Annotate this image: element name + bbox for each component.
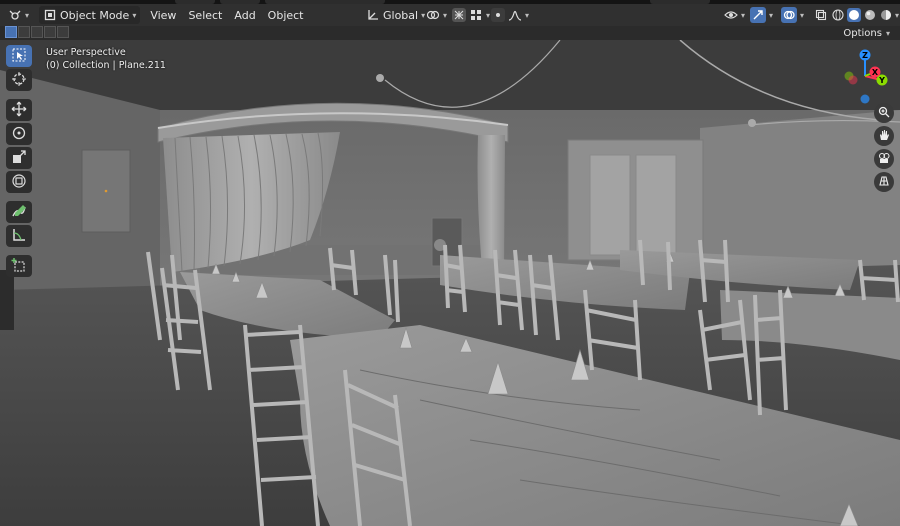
scale-icon [11,149,27,168]
solid-shading-icon[interactable] [847,8,861,22]
material-shading-icon[interactable] [863,8,877,22]
move-tool[interactable] [6,99,32,121]
options-label: Options [843,27,882,39]
visibility-dropdown[interactable]: ▾ [720,6,749,24]
mode-label: Object Mode [60,8,130,22]
collection-label: (0) Collection | Plane.211 [46,60,166,71]
snap-grid-icon [469,8,483,22]
chevron-down-icon: ▾ [25,10,30,20]
editor-type-button[interactable]: ▾ [4,6,33,24]
select-invert-icon[interactable] [44,26,56,38]
rendered-shading-icon[interactable] [879,8,893,22]
chevron-down-icon: ▾ [741,10,746,20]
add-cube-tool[interactable] [6,255,32,277]
xray-icon [814,8,828,22]
options-dropdown[interactable]: Options ▾ [837,26,896,40]
shading-mode-group: ▾ [827,6,900,24]
add-cube-icon [11,257,27,276]
z-axis-label: Z [862,51,868,60]
select-box-tool[interactable] [6,45,32,67]
select-intersect-icon[interactable] [57,26,69,38]
chevron-down-icon: ▾ [525,10,530,20]
scene-render [0,40,900,526]
gizmo-toggle[interactable]: ▾ [746,6,777,24]
select-new-icon[interactable] [5,26,17,38]
move-icon [11,101,27,120]
pan-button[interactable] [874,126,894,146]
select-subtract-icon[interactable] [31,26,43,38]
measure-icon [11,227,27,246]
cursor-tool[interactable] [6,69,32,91]
annotate-icon [11,203,27,222]
pivot-point-dropdown[interactable]: ▾ [422,6,451,24]
y-axis-label: Y [878,76,885,85]
camera-icon [878,152,890,167]
select-extend-icon[interactable] [18,26,30,38]
menu-add[interactable]: Add [228,9,261,22]
scale-tool[interactable] [6,147,32,169]
grid-view-icon [878,175,890,190]
annotate-tool[interactable] [6,201,32,223]
camera-view-button[interactable] [874,149,894,169]
transform-tool[interactable] [6,171,32,193]
snap-icon [452,8,466,22]
object-mode-icon [43,8,57,22]
transform-icon [11,173,27,192]
perspective-label: User Perspective [46,47,126,58]
chevron-down-icon: ▾ [885,28,890,38]
rotate-tool[interactable] [6,123,32,145]
rotate-icon [11,125,27,144]
neg-z-axis-handle[interactable] [860,94,870,104]
3d-viewport[interactable]: User Perspective (0) Collection | Plane.… [0,40,900,526]
tool-shelf [6,45,34,279]
editor-type-icon [8,8,22,22]
chevron-down-icon[interactable]: ▾ [895,11,899,20]
navigation-buttons [874,103,896,195]
wireframe-shading-icon[interactable] [831,8,845,22]
pivot-point-icon [426,8,440,22]
chevron-down-icon: ▾ [132,10,137,20]
transform-orientation-icon [366,8,380,22]
grid-view-button[interactable] [874,172,894,192]
transform-orientation-label: Global [383,8,419,22]
neg-x-axis-handle[interactable] [848,75,858,85]
navigation-gizmo[interactable]: Z Y X [842,46,892,106]
proportional-edit-icon [491,8,505,22]
overlay-icon [781,7,797,23]
selection-mode-group [5,26,69,38]
cursor-icon [11,71,27,90]
chevron-down-icon: ▾ [769,10,774,20]
mode-dropdown[interactable]: Object Mode ▾ [39,6,141,24]
falloff-curve-icon [508,8,522,22]
pan-hand-icon [878,129,890,144]
transform-orientation-dropdown[interactable]: Global ▾ [362,6,429,24]
viewport-header: ▾ Object Mode ▾ View Select Add Object G… [0,4,900,26]
visibility-icon [724,8,738,22]
menu-object[interactable]: Object [262,9,310,22]
proportional-edit-toggle[interactable]: ▾ [487,6,533,24]
gizmo-icon [750,7,766,23]
menu-view[interactable]: View [144,9,182,22]
tool-settings-bar [0,26,900,40]
select-box-icon [12,48,26,65]
chevron-down-icon: ▾ [443,10,448,20]
overlay-toggle[interactable]: ▾ [777,6,808,24]
menu-select[interactable]: Select [182,9,228,22]
chevron-down-icon: ▾ [800,10,805,20]
zoom-button[interactable] [874,103,894,123]
zoom-icon [878,106,890,121]
x-axis-label: X [872,68,879,77]
measure-tool[interactable] [6,225,32,247]
